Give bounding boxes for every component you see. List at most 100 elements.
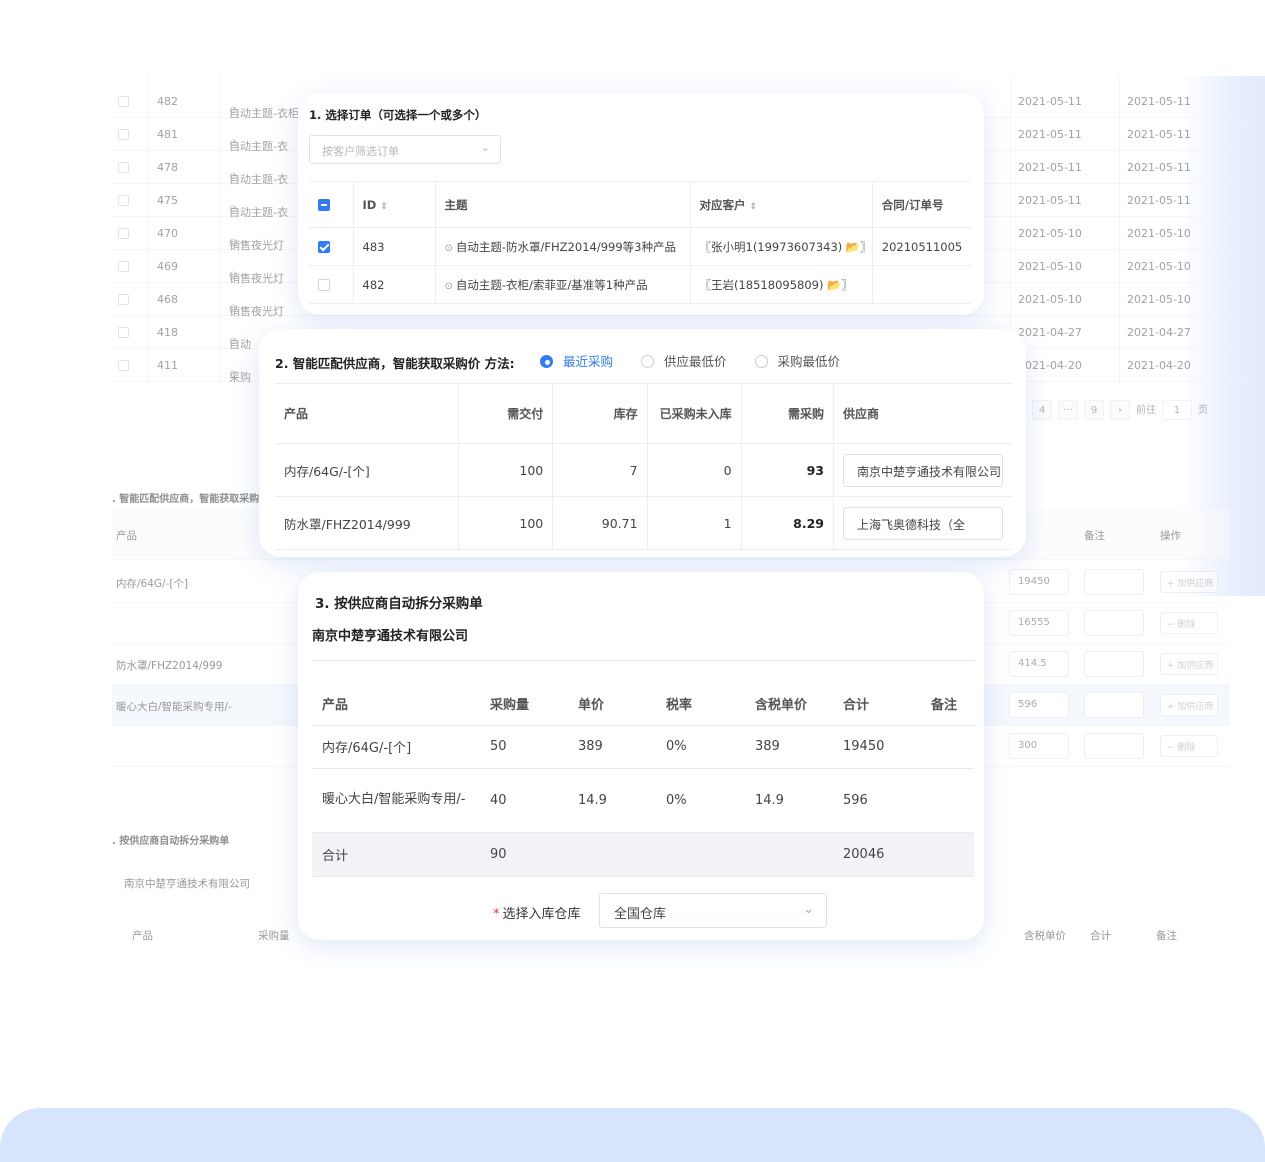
row-stock: 90.71 bbox=[552, 496, 648, 550]
next-page-button[interactable]: › bbox=[1110, 400, 1130, 420]
table-row[interactable]: 483 ⊙ 自动主题-防水罩/FHZ2014/999等3种产品 〖张小明1(199… bbox=[309, 227, 971, 266]
col-product: 产品 bbox=[275, 383, 459, 444]
row-customer[interactable]: 〖王岩(18518095809) 📂〗 bbox=[690, 265, 873, 304]
subject-icon: ⊙ bbox=[444, 242, 453, 254]
row-date: 2021-05-10 bbox=[1127, 293, 1191, 306]
supplier-input[interactable]: 上海飞奥德科技（全 bbox=[843, 506, 1003, 540]
page-suffix: 页 bbox=[1198, 405, 1208, 416]
orders-table: ID ⇕ 主题 对应客户 ⇕ 合同/订单号 483 ⊙ 自动主题-防水罩/FHZ201… bbox=[309, 181, 971, 304]
row-select-cell bbox=[309, 227, 354, 266]
col-customer[interactable]: 对应客户 ⇕ bbox=[690, 181, 873, 228]
row-pending: 0 bbox=[646, 443, 742, 497]
row-id: 469 bbox=[157, 260, 178, 273]
row-supplier-cell: 上海飞奥德科技（全 bbox=[833, 496, 1012, 550]
table-row: 防水罩/FHZ2014/999 100 90.71 1 8.29 上海飞奥德科技… bbox=[275, 496, 1012, 550]
row-subject-text: 自动主题-防水罩/FHZ2014/999等3种产品 bbox=[455, 239, 676, 254]
row-checkbox[interactable] bbox=[118, 162, 129, 173]
row-qty: 50 bbox=[480, 725, 568, 769]
method-lowest-purchase-radio[interactable]: 采购最低价 bbox=[754, 354, 841, 369]
add-supplier-button[interactable]: + 加供应商 bbox=[1160, 653, 1218, 675]
row-need: 8.29 bbox=[740, 496, 835, 550]
col-product: 产品 bbox=[312, 682, 480, 726]
row-pending: 1 bbox=[646, 496, 742, 550]
sort-icon[interactable]: ⇕ bbox=[750, 202, 758, 212]
total-label: 合计 bbox=[312, 832, 480, 877]
section2-title: . 智能匹配供应商，智能获取采购 bbox=[112, 494, 260, 505]
row-checkbox[interactable] bbox=[118, 228, 129, 239]
row-checkbox[interactable] bbox=[118, 294, 129, 305]
select-orders-card: 1. 选择订单（可选择一个或多个） 按客户筛选订单 ⌄ ID ⇕ 主题 对应客户 ⇕… bbox=[298, 93, 984, 315]
row-checkbox[interactable] bbox=[318, 279, 330, 291]
total-row: 合计 90 20046 bbox=[312, 832, 974, 877]
sort-icon[interactable]: ⇕ bbox=[380, 202, 388, 212]
purchase-header-row: 产品 采购量 单价 税率 含税单价 合计 备注 bbox=[312, 682, 974, 726]
amount-input[interactable]: 16555 bbox=[1009, 610, 1069, 636]
remark-input[interactable] bbox=[1084, 569, 1144, 595]
divider bbox=[312, 660, 974, 661]
row-qty: 40 bbox=[480, 768, 568, 833]
select-all-checkbox[interactable] bbox=[318, 199, 330, 211]
col-taxprice: 含税单价 bbox=[745, 682, 833, 726]
row-id: 418 bbox=[157, 326, 178, 339]
col-taxprice: 含税单价 bbox=[1024, 930, 1066, 942]
remark-input[interactable] bbox=[1084, 651, 1144, 677]
row-subject-text: 自动主题-衣柜/索菲亚/基准等1种产品 bbox=[455, 277, 648, 292]
amount-input[interactable]: 19450 bbox=[1009, 569, 1069, 595]
row-checkbox[interactable] bbox=[118, 129, 129, 140]
customer-filter-placeholder: 按客户筛选订单 bbox=[322, 145, 399, 158]
chevron-down-icon: ⌄ bbox=[803, 902, 814, 917]
method-lowest-supply-radio[interactable]: 供应最低价 bbox=[641, 354, 727, 369]
col-contract: 合同/订单号 bbox=[872, 181, 971, 228]
goto-page-input[interactable]: 1 bbox=[1162, 400, 1192, 420]
row-checkbox[interactable] bbox=[118, 195, 129, 206]
warehouse-label-text: 选择入库仓库 bbox=[502, 907, 581, 922]
page-9-button[interactable]: 9 bbox=[1084, 400, 1104, 420]
col-tax: 税率 bbox=[656, 682, 745, 726]
supplier-input[interactable]: 南京中楚亨通技术有限公司 bbox=[843, 453, 1003, 487]
row-price: 389 bbox=[568, 725, 656, 769]
remark-input[interactable] bbox=[1084, 610, 1144, 636]
row-product: 暖心大白/智能采购专用/- bbox=[312, 768, 480, 833]
radio-icon bbox=[641, 355, 654, 368]
add-supplier-button[interactable]: + 加供应商 bbox=[1160, 571, 1218, 593]
col-id[interactable]: ID ⇕ bbox=[353, 181, 436, 228]
row-tax: 0% bbox=[656, 725, 745, 769]
customer-filter-select[interactable]: 按客户筛选订单 ⌄ bbox=[309, 135, 501, 164]
delete-button[interactable]: − 删除 bbox=[1160, 735, 1218, 757]
page-4-button[interactable]: 4 bbox=[1032, 400, 1052, 420]
row-checkbox[interactable] bbox=[118, 327, 129, 338]
warehouse-select[interactable]: 全国仓库 ⌄ bbox=[599, 893, 827, 928]
row-product: 内存/64G/-[个] bbox=[275, 443, 459, 497]
row-need: 93 bbox=[740, 443, 835, 497]
total-qty: 90 bbox=[480, 832, 568, 877]
bottom-band bbox=[0, 1108, 1265, 1162]
row-deliver: 100 bbox=[457, 443, 554, 497]
row-checkbox[interactable] bbox=[118, 96, 129, 107]
row-checkbox[interactable] bbox=[318, 241, 330, 253]
table-row[interactable]: 482 ⊙ 自动主题-衣柜/索菲亚/基准等1种产品 〖王岩(18518095809… bbox=[309, 265, 971, 304]
radio-icon bbox=[754, 355, 768, 368]
row-remark bbox=[921, 768, 974, 833]
row-supplier-cell: 南京中楚亨通技术有限公司 bbox=[833, 443, 1012, 497]
col-remark: 备注 bbox=[1156, 930, 1177, 942]
split-purchase-card: 3. 按供应商自动拆分采购单 南京中楚亨通技术有限公司 产品 采购量 单价 税率… bbox=[298, 572, 984, 940]
method-label: 采购最低价 bbox=[777, 354, 841, 369]
table-row: 内存/64G/-[个] 50 389 0% 389 19450 bbox=[312, 725, 974, 769]
add-supplier-button[interactable]: + 加供应商 bbox=[1160, 694, 1218, 716]
row-date: 2021-04-20 bbox=[1018, 359, 1082, 372]
amount-input[interactable]: 300 bbox=[1009, 733, 1069, 759]
row-checkbox[interactable] bbox=[118, 261, 129, 272]
row-checkbox[interactable] bbox=[118, 360, 129, 371]
remark-input[interactable] bbox=[1084, 733, 1144, 759]
section3-supplier: 南京中楚亨通技术有限公司 bbox=[124, 878, 250, 890]
price-method-radios: 最近采购 供应最低价 采购最低价 bbox=[540, 351, 864, 370]
method-latest-radio[interactable]: 最近采购 bbox=[540, 354, 613, 369]
row-id: 468 bbox=[157, 293, 178, 306]
page-ellipsis[interactable]: ··· bbox=[1058, 400, 1078, 420]
amount-input[interactable]: 596 bbox=[1009, 692, 1069, 718]
row-customer[interactable]: 〖张小明1(19973607343) 📂〗 bbox=[690, 227, 873, 266]
method-label: 供应最低价 bbox=[664, 354, 727, 369]
delete-button[interactable]: − 删除 bbox=[1160, 612, 1218, 634]
amount-input[interactable]: 414.5 bbox=[1009, 651, 1069, 677]
remark-input[interactable] bbox=[1084, 692, 1144, 718]
